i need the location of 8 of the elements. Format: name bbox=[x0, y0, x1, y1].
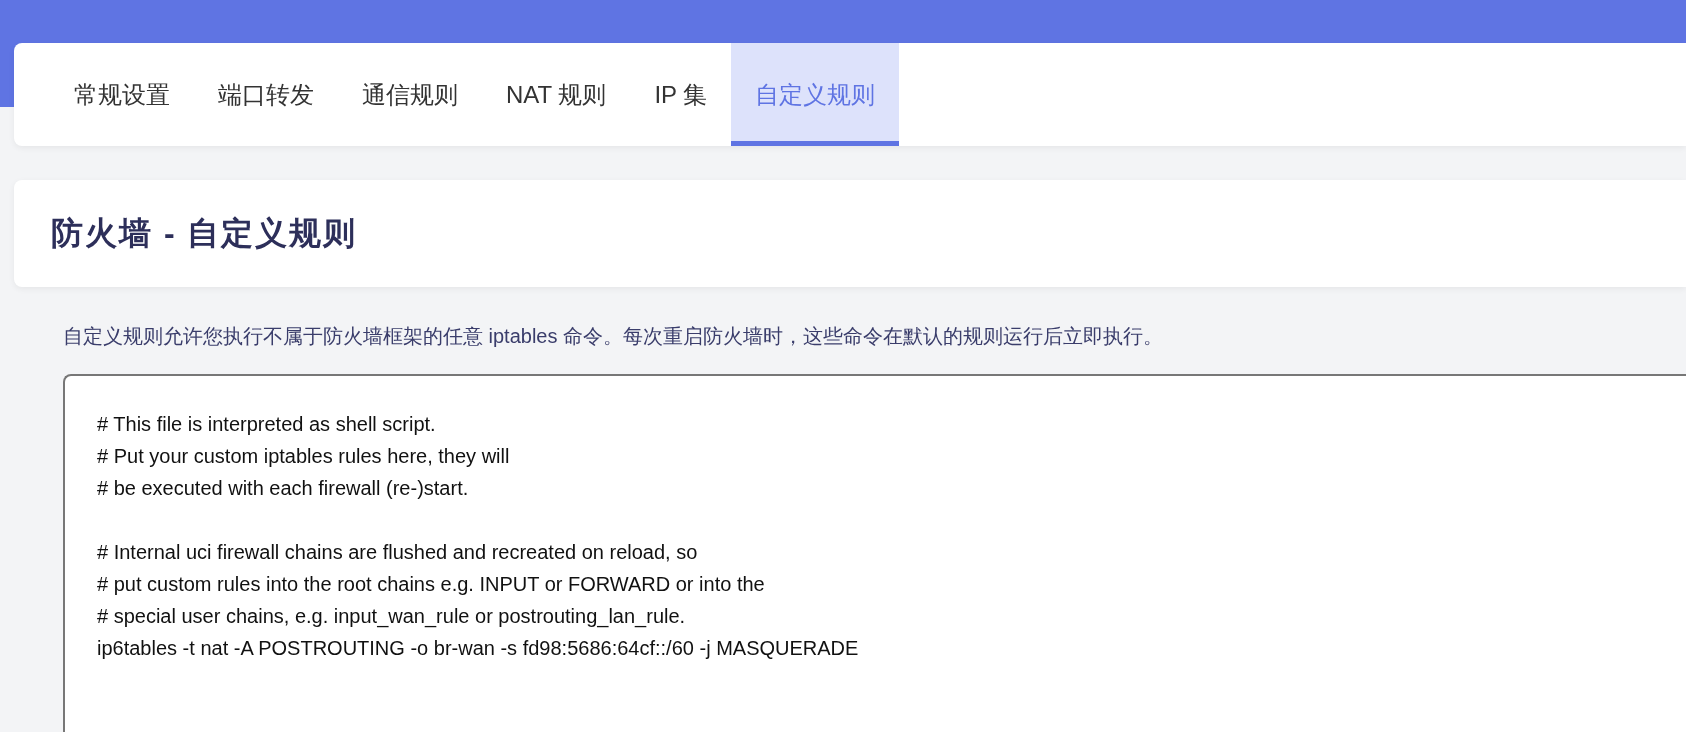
tab[interactable]: NAT 规则 bbox=[482, 43, 631, 146]
tab[interactable]: 常规设置 bbox=[50, 43, 194, 146]
page-title: 防火墙 - 自定义规则 bbox=[51, 213, 358, 253]
script-text-field[interactable]: # This file is interpreted as shell script. # Put your custom iptables rules here, they will # be executed with each firewall (re-)start. # Internal uci firewall chains are flushed and recreated on reload, so # put custom rules into the root chains e.g. INPUT or FORWARD or into the # special user chains, e.g. input_wan_rule or postrouting_lan_rule. ip6tables -t nat -A POSTROUTING -o br-wan -s fd98:5686:64cf::/60 -j MASQUERADE bbox=[63, 374, 1686, 732]
tab[interactable]: 端口转发 bbox=[194, 43, 338, 146]
description-text: 自定义规则允许您执行不属于防火墙框架的任意 iptables 命令。每次重启防火墙时，这些命令在默认的规则运行后立即执行。 bbox=[63, 324, 1165, 349]
tab[interactable]: IP 集 bbox=[630, 43, 732, 146]
tab[interactable]: 通信规则 bbox=[338, 43, 482, 146]
